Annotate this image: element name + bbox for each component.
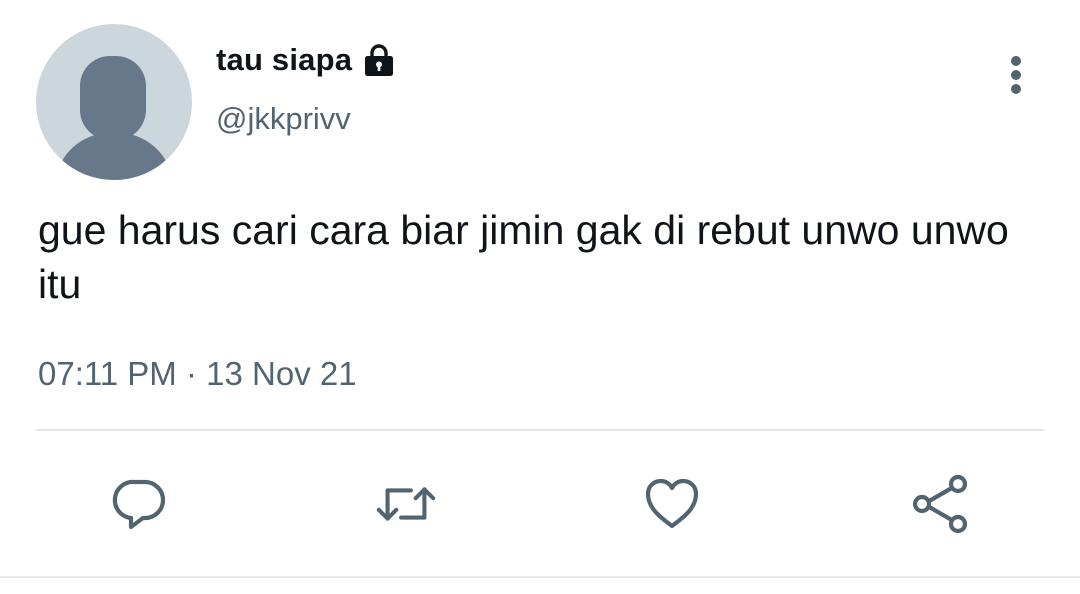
tweet-time: 07:11 PM [38,355,177,392]
like-button[interactable] [640,472,704,536]
heart-icon [645,478,699,529]
divider [36,429,1044,431]
avatar[interactable] [36,24,192,180]
reply-icon [112,479,166,530]
display-name-row: tau siapa [216,40,396,80]
retweet-button[interactable] [374,472,438,536]
tweet-text: gue harus cari cara biar jimin gak di re… [38,207,1009,307]
reply-button[interactable] [108,472,172,536]
share-icon [912,474,968,534]
share-button[interactable] [908,472,972,536]
retweet-icon [376,487,436,521]
tweet-timestamp[interactable]: 07:11 PM · 13 Nov 21 [38,355,357,393]
bottom-divider [0,576,1080,578]
tweet-date: 13 Nov 21 [206,355,357,392]
user-handle[interactable]: @jkkprivv [216,101,351,137]
lock-icon [362,43,396,77]
default-avatar-icon [56,56,172,180]
timestamp-separator: · [185,355,197,392]
more-vertical-icon [1011,56,1021,94]
display-name[interactable]: tau siapa [216,42,352,78]
more-options-button[interactable] [996,50,1036,100]
